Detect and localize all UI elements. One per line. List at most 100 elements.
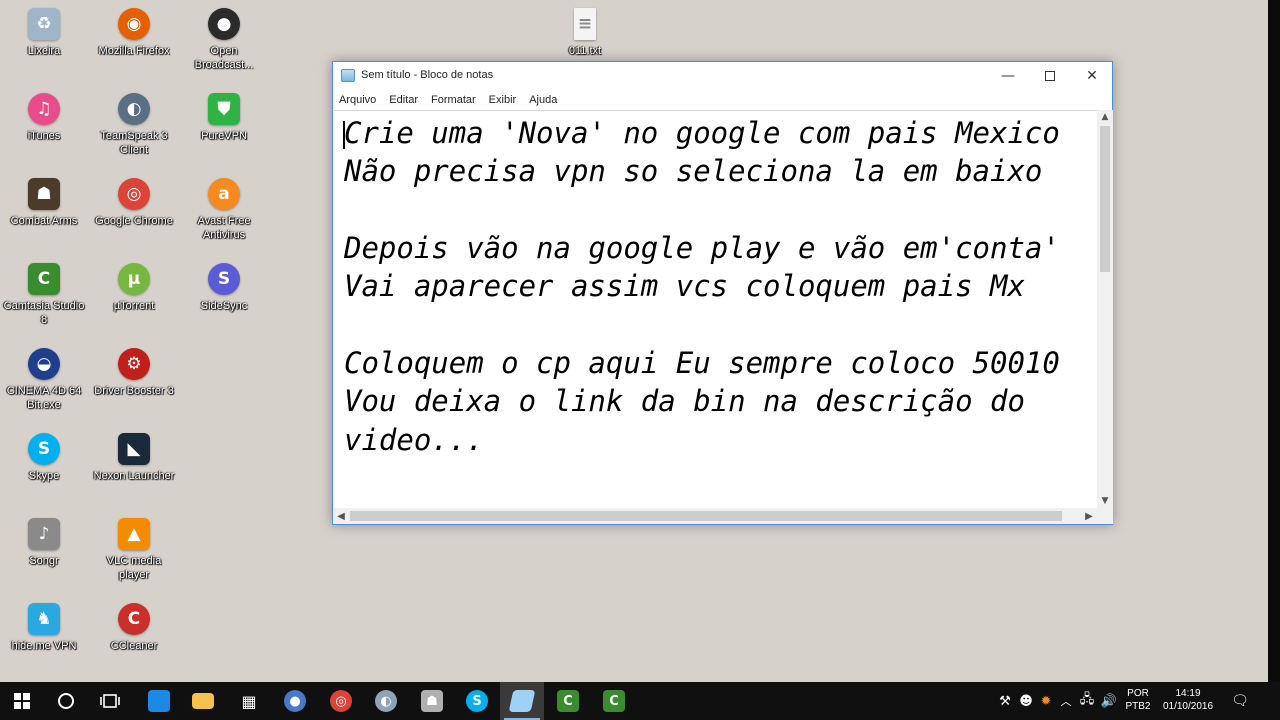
desktop-icon-camtasia[interactable]: C Camtasia Studio 8	[1, 263, 87, 327]
desktop-icon-teamspeak[interactable]: ◐ TeamSpeak 3 Client	[91, 93, 177, 157]
firefox-icon: ◉	[118, 8, 150, 40]
menu-editar[interactable]: Editar	[389, 94, 418, 106]
desktop-icon-nexon[interactable]: ◣ Nexon Launcher	[91, 433, 177, 483]
input-language-button[interactable]: POR PTB2	[1120, 687, 1156, 713]
resize-grip[interactable]	[1097, 508, 1113, 524]
tray-app-icon-2[interactable]: ☻	[1016, 682, 1036, 720]
horizontal-scroll-thumb[interactable]	[350, 511, 1062, 521]
vertical-scrollbar[interactable]: ▲ ▼	[1097, 110, 1113, 508]
desktop-icon-vlc[interactable]: ▲ VLC media player	[91, 518, 177, 582]
taskbar-combat-arms[interactable]: ☗	[410, 682, 454, 720]
desktop-icon-songr[interactable]: ♪ Songr	[1, 518, 87, 568]
close-button[interactable]: ✕	[1071, 62, 1113, 90]
desktop-icon-recycle-bin[interactable]: ♻ Lixeira	[1, 8, 87, 58]
desktop-icon-label: iTunes	[27, 130, 61, 142]
horizontal-scrollbar[interactable]: ◀ ▶	[334, 508, 1097, 524]
scroll-up-icon[interactable]: ▲	[1097, 110, 1113, 124]
desktop-icon-label: 011.txt	[568, 45, 602, 57]
cortana-search-icon	[58, 693, 74, 709]
desktop-icon-cinema4d[interactable]: ◒ CINEMA 4D 64 Bit.exe	[1, 348, 87, 412]
desktop-icon-avast[interactable]: a Avast Free Antivirus	[181, 178, 267, 242]
desktop-icon-firefox[interactable]: ◉ Mozilla Firefox	[91, 8, 177, 58]
menu-exibir[interactable]: Exibir	[489, 94, 517, 106]
search-button[interactable]	[44, 682, 88, 720]
sidesync-icon: S	[208, 263, 240, 295]
desktop-icon-obs[interactable]: ● Open Broadcast...	[181, 8, 267, 72]
text-editor[interactable]: Crie uma 'Nova' no google com pais Mexic…	[334, 110, 1097, 508]
desktop-icon-skype[interactable]: S Skype	[1, 433, 87, 483]
scroll-left-icon[interactable]: ◀	[334, 508, 348, 524]
recycle-bin-icon: ♻	[28, 8, 60, 40]
desktop-icon-label: Lixeira	[27, 45, 61, 57]
menu-bar: Arquivo Editar Formatar Exibir Ajuda	[333, 90, 1112, 109]
taskbar-notepad[interactable]	[500, 682, 544, 720]
teamspeak-taskbar-icon: ◐	[375, 690, 397, 712]
desktop-icon-utorrent[interactable]: µ µTorrent	[91, 263, 177, 313]
desktop-icon-itunes[interactable]: ♫ iTunes	[1, 93, 87, 143]
tray-app-icon-3[interactable]: ✹	[1036, 682, 1056, 720]
taskbar-obs[interactable]: ●	[273, 682, 317, 720]
taskbar-camtasia[interactable]: C	[546, 682, 590, 720]
notepad-window[interactable]: Sem título - Bloco de notas — ✕ Arquivo …	[332, 61, 1113, 525]
camtasia-recorder-taskbar-icon: C	[603, 690, 625, 712]
vertical-scroll-thumb[interactable]	[1100, 126, 1110, 272]
taskbar-store[interactable]: ▦	[227, 682, 271, 720]
clock[interactable]: 14:19 01/10/2016	[1158, 687, 1218, 713]
taskbar-edge[interactable]: e	[137, 682, 181, 720]
desktop-icon-ccleaner[interactable]: C CCleaner	[91, 603, 177, 653]
scroll-down-icon[interactable]: ▼	[1097, 494, 1113, 508]
notification-icon: 🗨	[1231, 693, 1249, 709]
start-button[interactable]	[0, 682, 44, 720]
desktop-icon-label: Combat Arms	[10, 215, 78, 227]
show-hidden-icons-button[interactable]: ︿	[1057, 682, 1075, 720]
avast-icon: a	[208, 178, 240, 210]
nexon-icon: ◣	[118, 433, 150, 465]
minimize-button[interactable]: —	[987, 62, 1029, 90]
text-file-icon: ≡	[574, 8, 596, 40]
desktop-icon-label: Nexon Launcher	[93, 470, 175, 482]
maximize-button[interactable]	[1029, 62, 1071, 90]
file-explorer-icon	[192, 693, 214, 709]
volume-button[interactable]: 🔊	[1099, 682, 1119, 720]
text-line: Depois vão na google play e vão em'conta…	[344, 231, 1060, 265]
camtasia-icon: C	[28, 263, 60, 295]
desktop-icon-label: Avast Free Antivirus	[197, 215, 251, 241]
obs-icon: ●	[208, 8, 240, 40]
task-view-button[interactable]	[88, 682, 132, 720]
taskbar-skype[interactable]: S	[455, 682, 499, 720]
desktop-icon-hideme[interactable]: ♞ hide.me VPN	[1, 603, 87, 653]
ccleaner-icon: C	[118, 603, 150, 635]
cinema4d-icon: ◒	[28, 348, 60, 380]
hideme-icon: ♞	[28, 603, 60, 635]
text-line: Coloquem o cp aqui Eu sempre coloco 5001…	[344, 346, 1060, 380]
desktop-icon-label: PureVPN	[201, 130, 247, 142]
text-line: Crie uma 'Nova' no google com pais Mexic…	[344, 116, 1060, 150]
desktop-icon-label: Skype	[28, 470, 60, 482]
desktop-icon-purevpn[interactable]: ⛊ PureVPN	[181, 93, 267, 143]
title-bar[interactable]: Sem título - Bloco de notas — ✕	[333, 62, 1112, 90]
keyboard-layout: PTB2	[1125, 701, 1151, 712]
menu-arquivo[interactable]: Arquivo	[339, 94, 376, 106]
speaker-icon: 🔊	[1100, 693, 1118, 709]
desktop-icon-label: Songr	[29, 555, 59, 567]
windows-start-icon	[14, 693, 30, 709]
tray-app-icon-1[interactable]: ⚒	[994, 682, 1016, 720]
store-icon: ▦	[241, 691, 257, 711]
desktop-icon-text-file[interactable]: ≡ 011.txt	[542, 8, 628, 58]
desktop-icon-sidesync[interactable]: S SideSync	[181, 263, 267, 313]
taskbar-explorer[interactable]	[181, 682, 225, 720]
desktop-icon-combat-arms[interactable]: ☗ Combat Arms	[1, 178, 87, 228]
menu-formatar[interactable]: Formatar	[431, 94, 476, 106]
menu-ajuda[interactable]: Ajuda	[529, 94, 557, 106]
taskbar-chrome[interactable]: ◎	[319, 682, 363, 720]
taskbar-camtasia-recorder[interactable]: C	[592, 682, 636, 720]
combat-arms-taskbar-icon: ☗	[421, 690, 443, 712]
desktop-icon-chrome[interactable]: ◎ Google Chrome	[91, 178, 177, 228]
vlc-icon: ▲	[118, 518, 150, 550]
desktop-icon-driver-booster[interactable]: ⚙ Driver Booster 3	[91, 348, 177, 398]
action-center-button[interactable]: 🗨	[1226, 682, 1254, 720]
scroll-right-icon[interactable]: ▶	[1082, 508, 1096, 524]
taskbar-teamspeak[interactable]: ◐	[364, 682, 408, 720]
desktop-icon-label: Google Chrome	[95, 215, 173, 227]
network-button[interactable]: 🖧	[1077, 682, 1097, 720]
